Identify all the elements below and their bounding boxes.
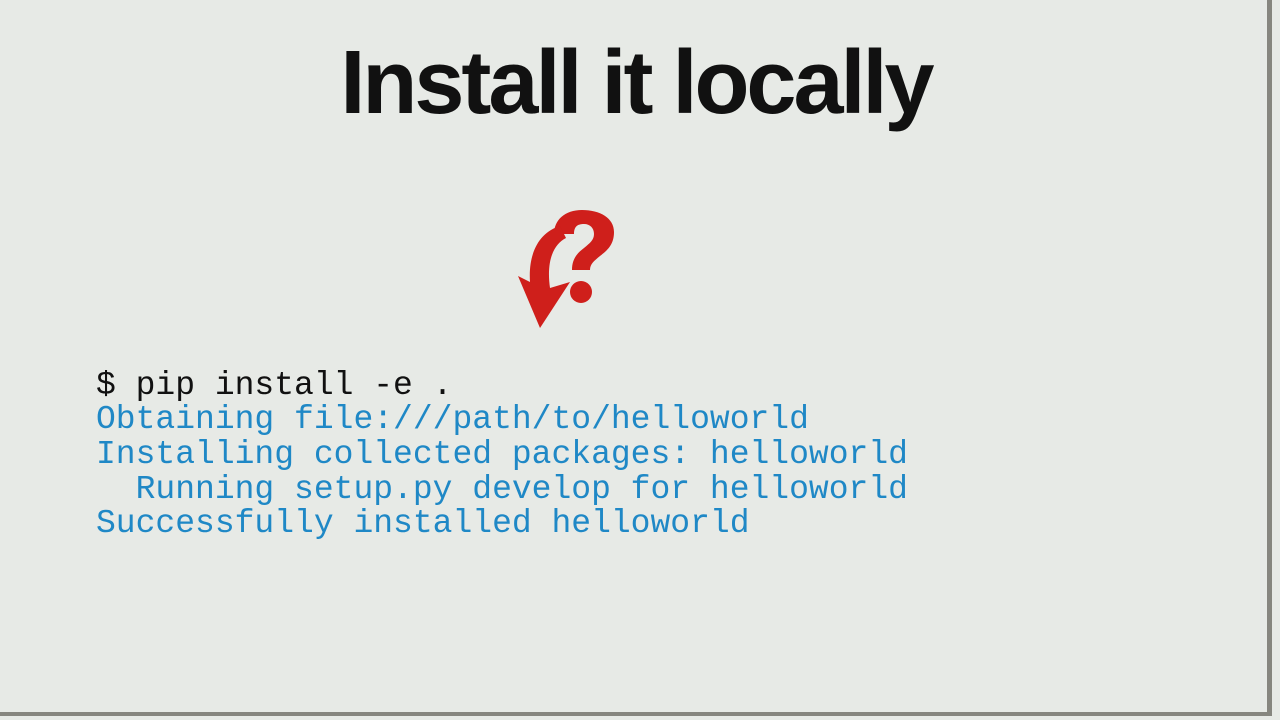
slide: Install it locally $ pip install -e . Ob… (0, 0, 1272, 716)
question-arrow-icon (510, 210, 650, 340)
output-line-1: Obtaining file:///path/to/helloworld (96, 401, 809, 438)
prompt: $ (96, 367, 136, 404)
output-line-3: Running setup.py develop for helloworld (96, 471, 908, 508)
command: pip install -e . (136, 367, 453, 404)
terminal-block: $ pip install -e . Obtaining file:///pat… (96, 334, 908, 576)
slide-title: Install it locally (0, 32, 1272, 135)
output-line-4: Successfully installed helloworld (96, 505, 750, 542)
output-line-2: Installing collected packages: helloworl… (96, 436, 908, 473)
